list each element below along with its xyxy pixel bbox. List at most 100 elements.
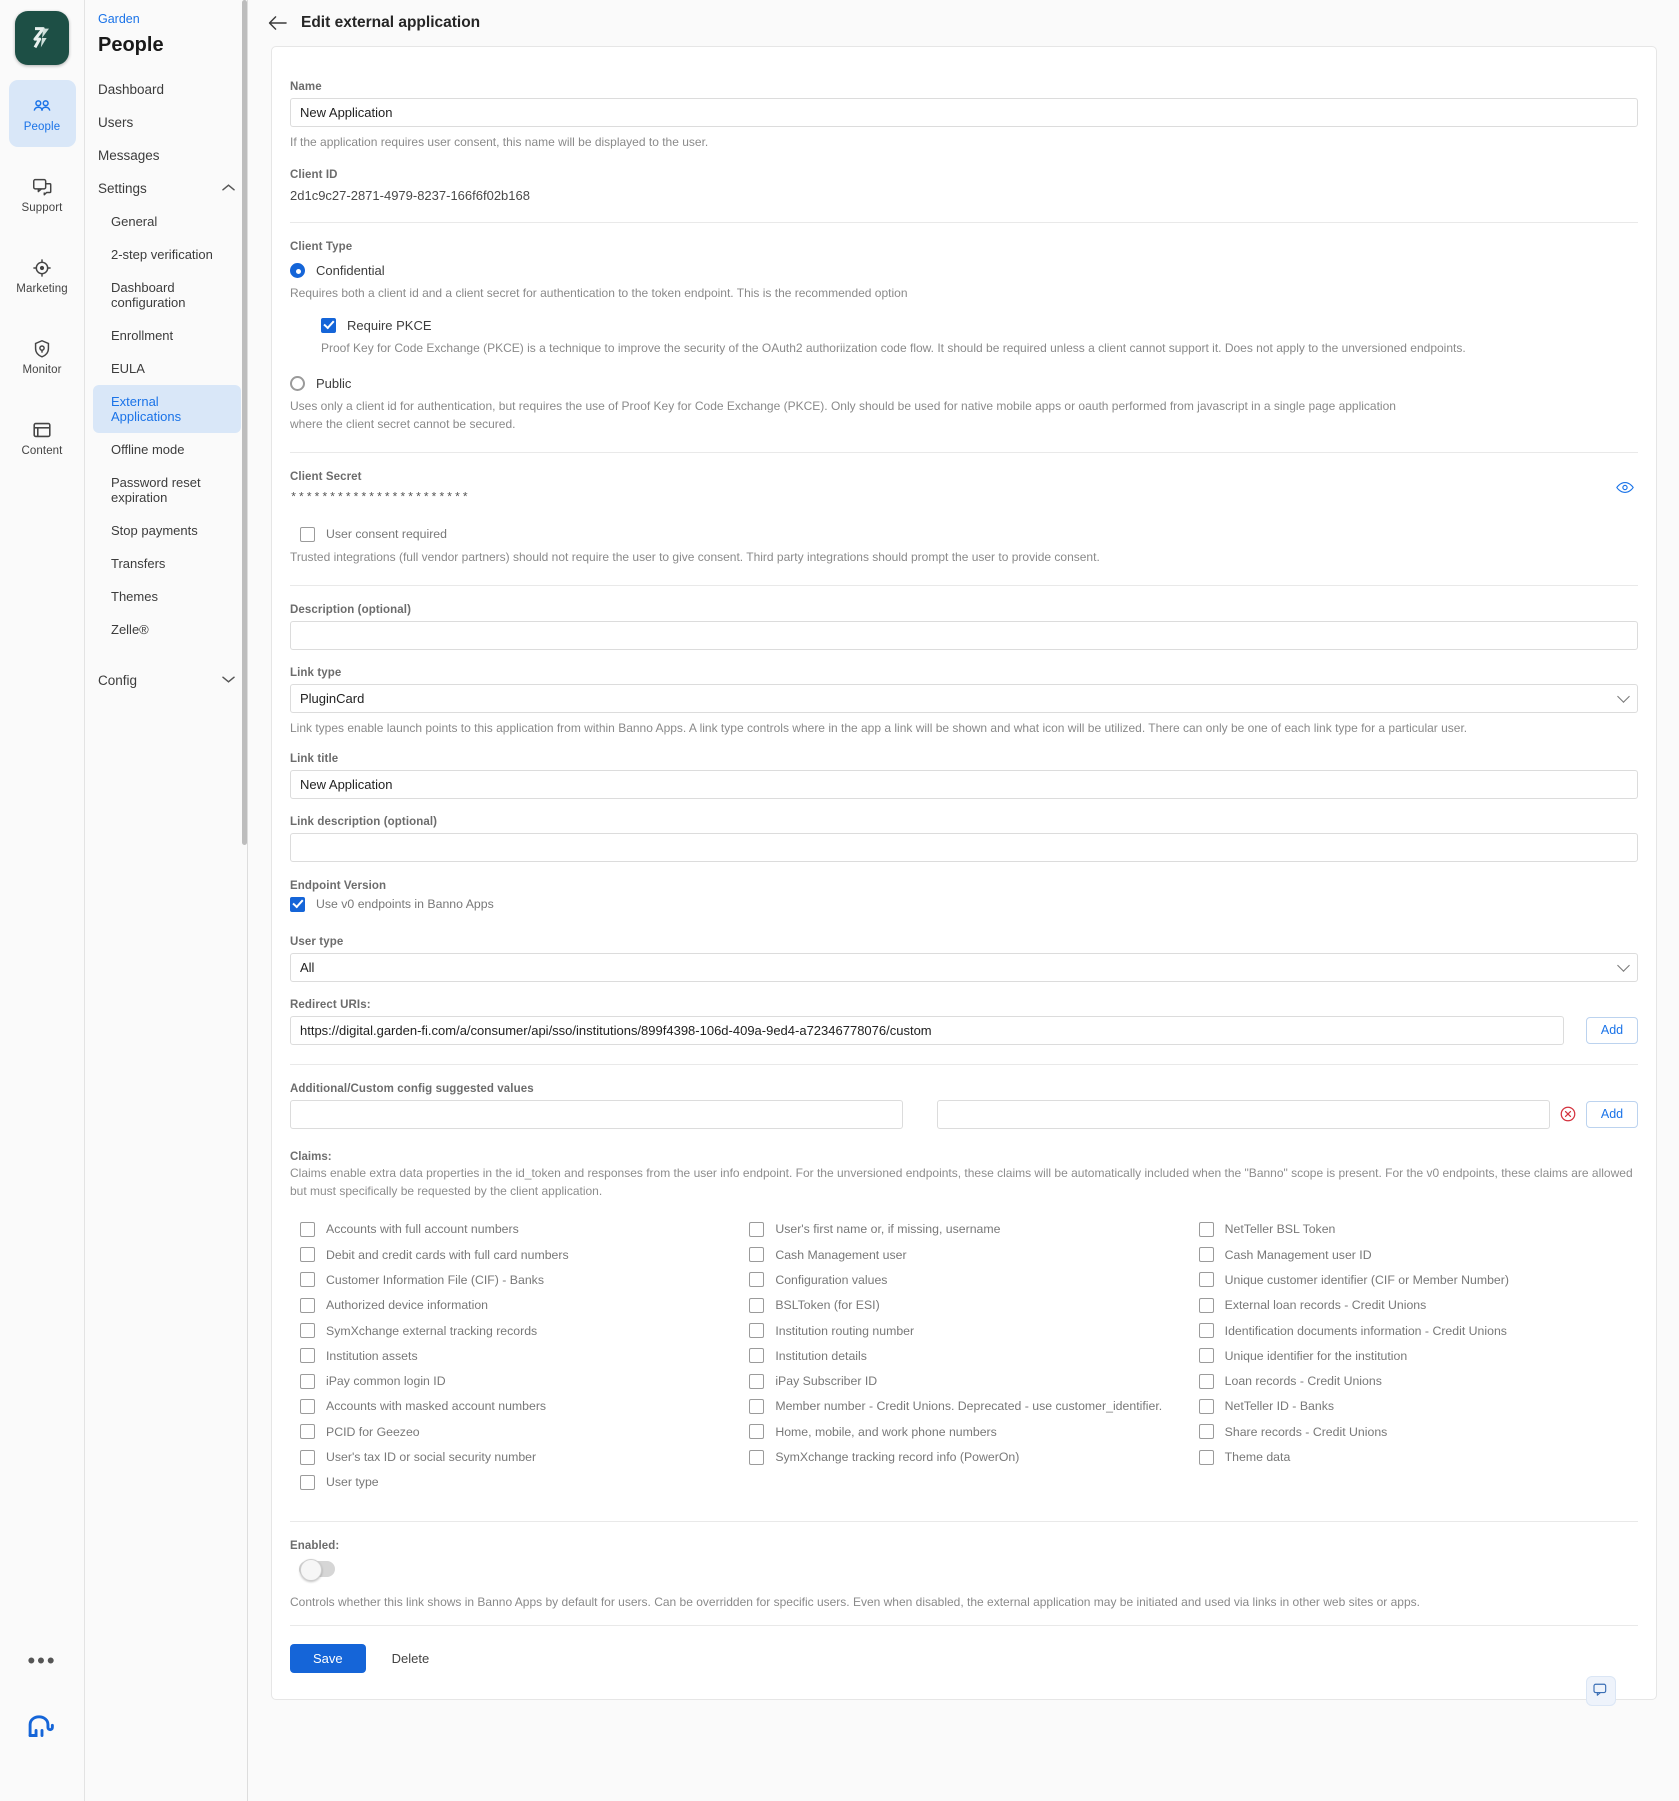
sidebar-item-eula[interactable]: EULA	[85, 352, 247, 385]
sidebar-item-zelle[interactable]: Zelle®	[85, 613, 247, 646]
claim-checkbox-row[interactable]: User's tax ID or social security number	[290, 1444, 739, 1469]
checkbox-require-pkce[interactable]: Require PKCE	[321, 317, 1638, 333]
claim-checkbox-row[interactable]: SymXchange external tracking records	[290, 1318, 739, 1343]
link-description-input[interactable]	[290, 832, 1638, 862]
sidebar-item-themes[interactable]: Themes	[85, 580, 247, 613]
claim-checkbox-input[interactable]	[300, 1474, 315, 1490]
claim-checkbox-input[interactable]	[749, 1323, 765, 1339]
claim-checkbox-row[interactable]: PCID for Geezeo	[290, 1419, 739, 1444]
claim-checkbox-row[interactable]: iPay Subscriber ID	[739, 1369, 1188, 1394]
link-type-select[interactable]: PluginCard	[290, 684, 1638, 714]
claim-checkbox-input[interactable]	[1198, 1398, 1214, 1414]
banno-logo[interactable]	[15, 11, 69, 65]
rail-item-support[interactable]: Support	[9, 161, 76, 228]
claim-checkbox-input[interactable]	[749, 1398, 765, 1414]
claim-checkbox-input[interactable]	[300, 1424, 315, 1440]
rail-bottom-logo[interactable]	[0, 1713, 84, 1741]
redirect-uri-input[interactable]	[290, 1015, 1564, 1045]
breadcrumb[interactable]: Garden	[85, 8, 247, 26]
claim-checkbox-row[interactable]: Unique customer identifier (CIF or Membe…	[1189, 1267, 1638, 1292]
save-button[interactable]: Save	[290, 1644, 366, 1674]
claim-checkbox-input[interactable]	[300, 1398, 315, 1414]
claim-checkbox-row[interactable]: Theme data	[1189, 1444, 1638, 1469]
claim-checkbox-row[interactable]: SymXchange tracking record info (PowerOn…	[739, 1444, 1188, 1469]
claim-checkbox-input[interactable]	[1198, 1424, 1214, 1440]
checkbox-user-consent-input[interactable]	[300, 526, 315, 542]
claim-checkbox-row[interactable]: Accounts with masked account numbers	[290, 1394, 739, 1419]
user-type-select[interactable]: All	[290, 952, 1638, 982]
sidebar-item-messages[interactable]: Messages	[85, 139, 247, 172]
sidebar-group-config[interactable]: Config	[85, 664, 247, 697]
sidebar-item-dashboard-configuration[interactable]: Dashboard configuration	[85, 271, 247, 319]
radio-confidential[interactable]: Confidential	[290, 263, 1638, 279]
claim-checkbox-input[interactable]	[300, 1373, 315, 1389]
claim-checkbox-row[interactable]: Loan records - Credit Unions	[1189, 1369, 1638, 1394]
enabled-toggle[interactable]	[299, 1559, 335, 1581]
claim-checkbox-row[interactable]: Customer Information File (CIF) - Banks	[290, 1267, 739, 1292]
claim-checkbox-row[interactable]: Cash Management user ID	[1189, 1242, 1638, 1267]
claim-checkbox-row[interactable]: NetTeller ID - Banks	[1189, 1394, 1638, 1419]
claim-checkbox-input[interactable]	[1198, 1348, 1214, 1364]
rail-more-button[interactable]: •••	[0, 1650, 84, 1672]
claim-checkbox-row[interactable]: BSLToken (for ESI)	[739, 1293, 1188, 1318]
checkbox-require-pkce-input[interactable]	[321, 317, 336, 333]
rail-item-marketing[interactable]: Marketing	[9, 242, 76, 309]
description-input[interactable]	[290, 621, 1638, 651]
radio-confidential-input[interactable]	[290, 263, 305, 279]
checkbox-user-consent[interactable]: User consent required	[290, 526, 1638, 542]
claim-checkbox-input[interactable]	[300, 1323, 315, 1339]
sidebar-item-external-applications[interactable]: External Applications	[93, 385, 241, 433]
sidebar-item-dashboard[interactable]: Dashboard	[85, 73, 247, 106]
claim-checkbox-row[interactable]: External loan records - Credit Unions	[1189, 1293, 1638, 1318]
link-title-input[interactable]	[290, 769, 1638, 799]
claim-checkbox-row[interactable]: Accounts with full account numbers	[290, 1217, 739, 1242]
claim-checkbox-row[interactable]: Institution routing number	[739, 1318, 1188, 1343]
claim-checkbox-input[interactable]	[749, 1247, 765, 1263]
claim-checkbox-input[interactable]	[749, 1424, 765, 1440]
delete-button[interactable]: Delete	[376, 1644, 446, 1673]
claim-checkbox-input[interactable]	[1198, 1272, 1214, 1288]
checkbox-use-v0[interactable]: Use v0 endpoints in Banno Apps	[290, 896, 1638, 912]
sidebar-item-users[interactable]: Users	[85, 106, 247, 139]
claim-checkbox-row[interactable]: NetTeller BSL Token	[1189, 1217, 1638, 1242]
rail-item-content[interactable]: Content	[9, 404, 76, 471]
sidebar-item-general[interactable]: General	[85, 205, 247, 238]
claim-checkbox-input[interactable]	[1198, 1247, 1214, 1263]
claim-checkbox-input[interactable]	[1198, 1373, 1214, 1389]
claim-checkbox-input[interactable]	[749, 1348, 765, 1364]
claim-checkbox-input[interactable]	[300, 1297, 315, 1313]
claim-checkbox-row[interactable]: User type	[290, 1470, 739, 1495]
sidebar-scrollbar[interactable]	[242, 0, 247, 845]
rail-item-monitor[interactable]: Monitor	[9, 323, 76, 390]
claim-checkbox-input[interactable]	[749, 1449, 765, 1465]
claim-checkbox-input[interactable]	[749, 1297, 765, 1313]
claim-checkbox-input[interactable]	[749, 1272, 765, 1288]
claim-checkbox-row[interactable]: User's first name or, if missing, userna…	[739, 1217, 1188, 1242]
radio-public[interactable]: Public	[290, 376, 1638, 392]
radio-public-input[interactable]	[290, 376, 305, 392]
back-button[interactable]	[268, 15, 287, 31]
claim-checkbox-row[interactable]: Home, mobile, and work phone numbers	[739, 1419, 1188, 1444]
claim-checkbox-input[interactable]	[300, 1272, 315, 1288]
claim-checkbox-input[interactable]	[300, 1221, 315, 1237]
claim-checkbox-row[interactable]: Identification documents information - C…	[1189, 1318, 1638, 1343]
custom-config-value-input[interactable]	[937, 1099, 1550, 1129]
claim-checkbox-input[interactable]	[1198, 1221, 1214, 1237]
sidebar-item-offline-mode[interactable]: Offline mode	[85, 433, 247, 466]
claim-checkbox-input[interactable]	[300, 1348, 315, 1364]
claim-checkbox-input[interactable]	[1198, 1297, 1214, 1313]
claim-checkbox-input[interactable]	[749, 1373, 765, 1389]
claim-checkbox-row[interactable]: Unique identifier for the institution	[1189, 1343, 1638, 1368]
claim-checkbox-row[interactable]: iPay common login ID	[290, 1369, 739, 1394]
claim-checkbox-input[interactable]	[300, 1247, 315, 1263]
claim-checkbox-row[interactable]: Debit and credit cards with full card nu…	[290, 1242, 739, 1267]
custom-config-add-button[interactable]: Add	[1586, 1100, 1638, 1128]
claim-checkbox-input[interactable]	[1198, 1323, 1214, 1339]
sidebar-item-transfers[interactable]: Transfers	[85, 547, 247, 580]
claim-checkbox-input[interactable]	[1198, 1449, 1214, 1465]
claim-checkbox-row[interactable]: Configuration values	[739, 1267, 1188, 1292]
claim-checkbox-input[interactable]	[749, 1221, 765, 1237]
claim-checkbox-row[interactable]: Member number - Credit Unions. Deprecate…	[739, 1394, 1188, 1419]
sidebar-item-stop-payments[interactable]: Stop payments	[85, 514, 247, 547]
claim-checkbox-row[interactable]: Authorized device information	[290, 1293, 739, 1318]
